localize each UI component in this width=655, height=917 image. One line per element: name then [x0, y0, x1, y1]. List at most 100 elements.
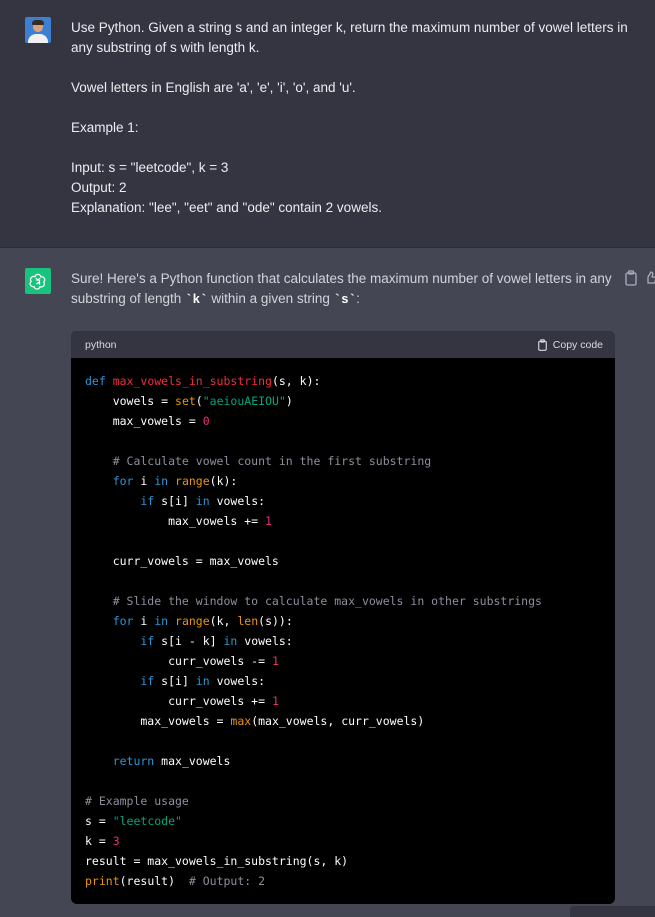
thumbs-up-icon[interactable] [645, 270, 655, 286]
user-text-line: Use Python. Given a string s and an inte… [71, 20, 628, 55]
code-line: max_vowels = 0 [85, 411, 615, 431]
code-language-label: python [85, 338, 117, 351]
code-line: if s[i] in vowels: [85, 671, 615, 691]
code-token: i [140, 614, 155, 628]
code-token: s[i - k] [161, 634, 224, 648]
code-line: curr_vowels += 1 [85, 691, 615, 711]
user-avatar [25, 17, 51, 43]
code-token: in [195, 674, 217, 688]
code-token: len [237, 614, 259, 628]
code-token: # Example usage [85, 794, 189, 808]
code-token: "aeiouAEIOU" [202, 394, 286, 408]
code-line: k = 3 [85, 831, 615, 851]
code-content[interactable]: def max_vowels_in_substring(s, k): vowel… [71, 358, 615, 891]
code-token: (result) [119, 874, 189, 888]
code-token: for [85, 474, 141, 488]
code-line: max_vowels += 1 [85, 511, 615, 531]
code-token: ) [285, 394, 293, 408]
code-token: range [175, 474, 210, 488]
code-line: return max_vowels [85, 751, 615, 771]
user-text-line: Output: 2 [71, 180, 127, 195]
code-token: # Slide the window to calculate max_vowe… [85, 594, 542, 608]
code-token: ( [195, 394, 203, 408]
copy-code-label: Copy code [552, 338, 603, 351]
code-line: # Calculate vowel count in the first sub… [85, 451, 615, 471]
code-token: i [140, 474, 155, 488]
code-token: k = [85, 834, 113, 848]
code-token: vowels: [216, 674, 266, 688]
code-token: 1 [271, 654, 279, 668]
code-token: (k, [209, 614, 238, 628]
user-text-line: Example 1: [71, 120, 139, 135]
code-token: range [175, 614, 210, 628]
scroll-to-bottom-area [570, 906, 655, 917]
inline-code-k: `k` [185, 293, 208, 307]
code-token: max_vowels [161, 754, 231, 768]
code-token: max_vowels_in_substring [112, 374, 272, 388]
code-token: max_vowels = [85, 414, 203, 428]
code-token: set [175, 394, 196, 408]
code-token: (s)): [258, 614, 293, 628]
code-token: curr_vowels += [85, 694, 272, 708]
clipboard-icon [537, 338, 547, 351]
code-block: python Copy code def max_vowels_in_subst… [71, 331, 615, 904]
code-token: def [85, 374, 113, 388]
code-token: max_vowels = [85, 714, 231, 728]
code-token: return [85, 754, 162, 768]
code-token: 1 [265, 514, 272, 528]
code-token: "leetcode" [112, 814, 182, 828]
code-token: in [223, 634, 245, 648]
code-line: s = "leetcode" [85, 811, 615, 831]
clipboard-icon[interactable] [624, 270, 638, 286]
code-token: vowels = [85, 394, 176, 408]
code-token: print [85, 874, 120, 888]
code-line: # Example usage [85, 791, 615, 811]
code-token: (max_vowels, curr_vowels) [251, 714, 425, 728]
code-token: in [195, 494, 217, 508]
user-text-line: Vowel letters in English are 'a', 'e', '… [71, 80, 356, 95]
code-line: for i in range(k): [85, 471, 615, 491]
code-token: s[i] [161, 674, 196, 688]
user-message-text: Use Python. Given a string s and an inte… [71, 18, 631, 218]
code-line: if s[i] in vowels: [85, 491, 615, 511]
code-token: in [154, 614, 176, 628]
user-text-line: Explanation: "lee", "eet" and "ode" cont… [71, 200, 382, 215]
code-token: # Output: 2 [188, 874, 266, 888]
code-line: for i in range(k, len(s)): [85, 611, 615, 631]
code-block-header: python Copy code [71, 331, 615, 358]
code-token: vowels: [216, 494, 266, 508]
code-line: result = max_vowels_in_substring(s, k) [85, 851, 615, 871]
code-token: curr_vowels = max_vowels [85, 554, 279, 568]
code-line: if s[i - k] in vowels: [85, 631, 615, 651]
user-message: Use Python. Given a string s and an inte… [0, 0, 655, 248]
code-token: if [85, 494, 162, 508]
copy-code-button[interactable]: Copy code [537, 339, 603, 351]
code-token: s[i] [161, 494, 196, 508]
assistant-message: Sure! Here's a Python function that calc… [0, 248, 655, 917]
code-line: curr_vowels = max_vowels [85, 551, 615, 571]
code-line: def max_vowels_in_substring(s, k): [85, 371, 615, 391]
code-token: in [154, 474, 176, 488]
code-token: 1 [271, 694, 279, 708]
code-token: (k): [209, 474, 238, 488]
code-token: vowels: [244, 634, 293, 648]
code-token: for [85, 614, 141, 628]
code-line: # Slide the window to calculate max_vowe… [85, 591, 615, 611]
chatgpt-logo-icon [25, 268, 51, 294]
user-text-line: Input: s = "leetcode", k = 3 [71, 160, 229, 175]
code-token: (s, k): [271, 374, 321, 388]
code-token: s = [85, 814, 113, 828]
code-token: max_vowels += [85, 514, 266, 528]
code-line: max_vowels = max(max_vowels, curr_vowels… [85, 711, 615, 731]
code-line: vowels = set("aeiouAEIOU") [85, 391, 615, 411]
code-line: curr_vowels -= 1 [85, 651, 615, 671]
code-token: 0 [202, 414, 210, 428]
code-token: curr_vowels -= [85, 654, 272, 668]
code-token: max [230, 714, 252, 728]
code-token: if [85, 634, 162, 648]
